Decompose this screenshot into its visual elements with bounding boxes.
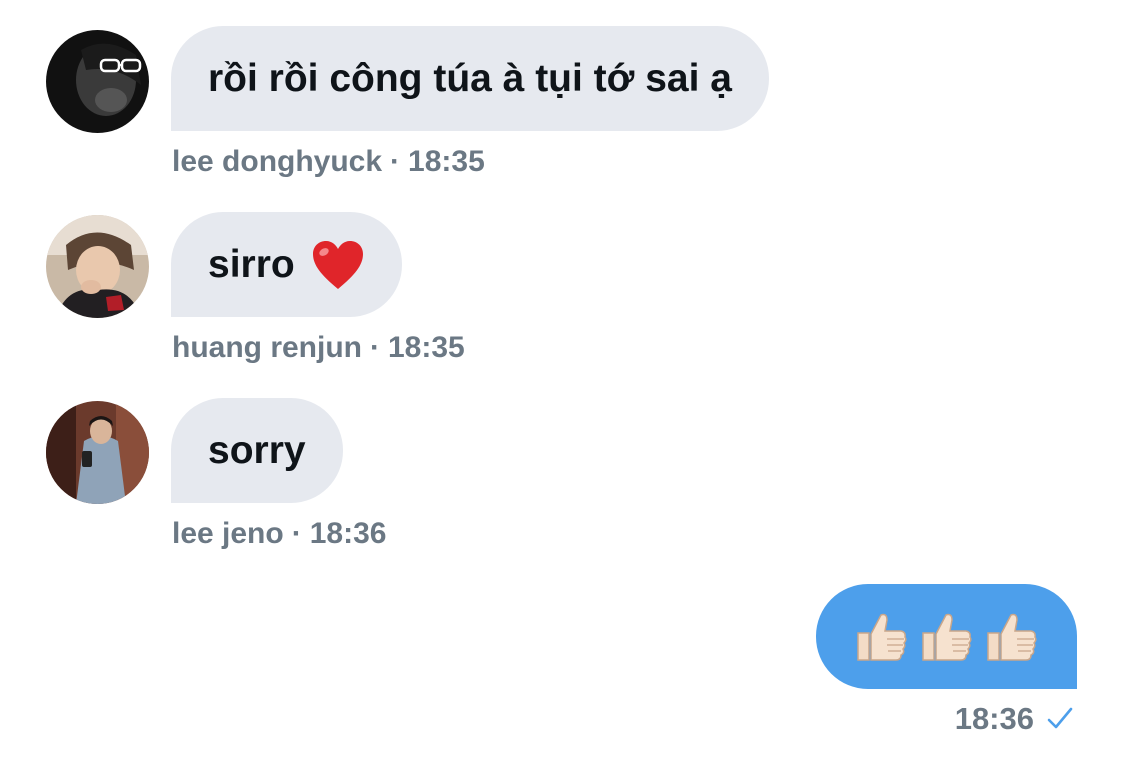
message-time: 18:36: [954, 701, 1034, 736]
message-meta: huang renjun · 18:35: [172, 331, 465, 365]
thumbs-up-icon: [987, 613, 1037, 661]
message-bubble[interactable]: sirro: [171, 212, 402, 317]
sender-name: lee donghyuck: [172, 145, 383, 178]
avatar-image: [46, 30, 149, 133]
message-text: rồi rồi công túa à tụi tớ sai ạ: [208, 56, 732, 100]
separator-dot: ·: [370, 331, 380, 364]
message-time: 18:36: [309, 517, 387, 550]
sender-name: huang renjun: [172, 331, 362, 364]
thumbs-up-icon: [922, 613, 972, 661]
checkmark-icon: [1047, 707, 1073, 729]
avatar-image: [46, 215, 149, 318]
message-text: sorry: [208, 428, 306, 472]
outgoing-message-bubble[interactable]: [816, 584, 1077, 689]
message-time: 18:35: [388, 331, 465, 364]
thumbs-up-icon: [857, 613, 907, 661]
message-bubble[interactable]: sorry: [171, 398, 343, 503]
sender-name: lee jeno: [172, 517, 284, 550]
message-bubble[interactable]: rồi rồi công túa à tụi tớ sai ạ: [171, 26, 769, 131]
message-meta: lee donghyuck · 18:35: [172, 145, 485, 179]
message-time: 18:35: [408, 145, 485, 178]
avatar-image: [46, 401, 149, 504]
heart-icon: [311, 239, 365, 291]
separator-dot: ·: [291, 517, 302, 550]
avatar-lee-jeno[interactable]: [46, 401, 149, 504]
message-text: sirro: [208, 242, 295, 286]
message-meta: lee jeno · 18:36: [172, 517, 386, 551]
outgoing-message-meta: 18:36: [955, 701, 1074, 737]
avatar-lee-donghyuck[interactable]: [46, 30, 149, 133]
separator-dot: ·: [390, 145, 401, 178]
avatar-huang-renjun[interactable]: [46, 215, 149, 318]
